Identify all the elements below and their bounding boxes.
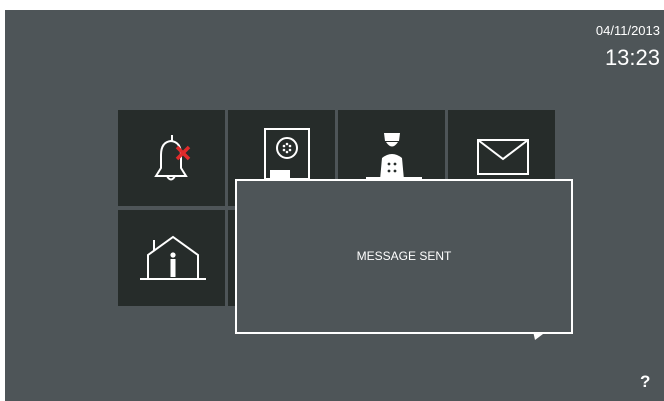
bell-muted-icon — [154, 135, 191, 181]
tile-do-not-disturb[interactable] — [118, 110, 225, 206]
tile-home[interactable] — [118, 210, 225, 306]
help-button[interactable]: ? — [640, 372, 650, 392]
message-popup[interactable]: MESSAGE SENT — [235, 179, 573, 334]
status-time: 13:23 — [604, 45, 660, 70]
home-icon — [140, 235, 206, 280]
status-date: 04/11/2013 — [595, 23, 660, 38]
intercom-screen: 04/11/2013 13:23 ? MESSAGE SENT — [5, 10, 664, 401]
popup-message: MESSAGE SENT — [356, 249, 452, 263]
